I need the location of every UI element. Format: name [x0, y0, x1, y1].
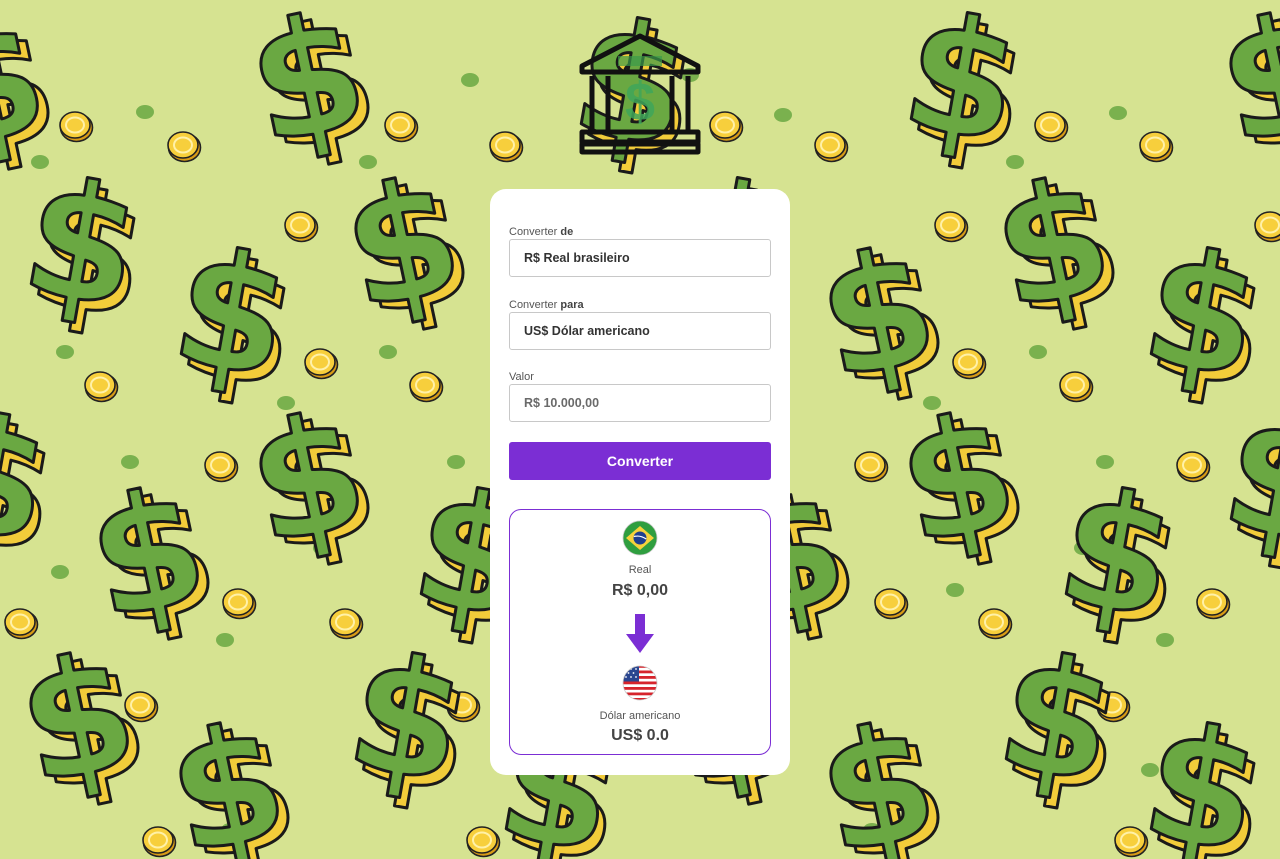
gold-coin: [142, 826, 177, 858]
gold-coin: [304, 348, 339, 380]
green-dot: [461, 73, 479, 87]
to-currency-label: Converter para: [509, 299, 584, 311]
to-currency-select[interactable]: US$ Dólar americano: [509, 312, 771, 350]
gold-coin: [1196, 588, 1231, 620]
to-currency-value: US$ 0.0: [611, 727, 669, 744]
amount-label: Valor: [509, 371, 534, 383]
from-currency-select[interactable]: R$ Real brasileiro: [509, 239, 771, 277]
green-dot: [51, 565, 69, 579]
svg-text:$: $: [234, 376, 382, 582]
brazil-flag-icon: [622, 520, 658, 556]
dollar-sign-graphic: $$: [232, 374, 393, 590]
dollar-sign-graphic: $$: [0, 375, 72, 592]
dollar-sign-graphic: $$: [327, 139, 488, 355]
svg-text:$: $: [804, 211, 952, 417]
bank-dollar-icon: $: [579, 33, 701, 155]
amount-input[interactable]: [509, 384, 771, 422]
converter-card: Converter de R$ Real brasileiro Converte…: [490, 189, 790, 775]
svg-text:$: $: [804, 686, 952, 859]
svg-text:$: $: [1204, 0, 1280, 182]
gold-coin: [814, 131, 849, 163]
arrow-down-icon: [626, 614, 654, 653]
dollar-sign-graphic: $$: [882, 374, 1043, 590]
gold-coin: [952, 348, 987, 380]
green-dot: [56, 345, 74, 359]
dollar-sign-graphic: $$: [334, 615, 486, 832]
gold-coin: [329, 608, 364, 640]
gold-coin: [1059, 371, 1094, 403]
gold-coin: [84, 371, 119, 403]
dollar-sign-graphic: $$: [802, 684, 963, 859]
conversion-result-box: Real R$ 0,00 Dólar americano US$ 0.0: [509, 509, 771, 755]
svg-text:$: $: [979, 141, 1127, 347]
from-currency-value: R$ 0,00: [611, 582, 669, 599]
dollar-sign-graphic: $$: [152, 684, 313, 859]
from-currency-label: Converter de: [509, 226, 574, 238]
to-currency-name: Dólar americano: [599, 710, 681, 722]
svg-text:$: $: [884, 376, 1032, 582]
gold-coin: [854, 451, 889, 483]
svg-text:$: $: [154, 686, 302, 859]
green-dot: [774, 108, 792, 122]
green-dot: [1109, 106, 1127, 120]
from-currency-name: Real: [628, 564, 652, 576]
gold-coin: [222, 588, 257, 620]
svg-text:$: $: [329, 141, 477, 347]
gold-coin: [204, 451, 239, 483]
gold-coin: [1034, 111, 1069, 143]
dollar-sign-graphic: $$: [977, 139, 1138, 355]
green-dot: [136, 105, 154, 119]
convert-button[interactable]: Converter: [509, 442, 771, 480]
dollar-sign-graphic: $$: [984, 615, 1136, 832]
gold-coin: [934, 211, 969, 243]
gold-coin: [489, 131, 524, 163]
gold-coin: [709, 111, 744, 143]
gold-coin: [409, 371, 444, 403]
gold-coin: [978, 608, 1013, 640]
svg-text:$: $: [625, 72, 655, 132]
usa-flag-icon: [622, 665, 658, 701]
gold-coin: [384, 111, 419, 143]
dollar-sign-graphic: $$: [1202, 0, 1280, 190]
gold-coin: [874, 588, 909, 620]
gold-coin: [1139, 131, 1174, 163]
gold-coin: [167, 131, 202, 163]
dollar-sign-graphic: $$: [1129, 685, 1280, 859]
